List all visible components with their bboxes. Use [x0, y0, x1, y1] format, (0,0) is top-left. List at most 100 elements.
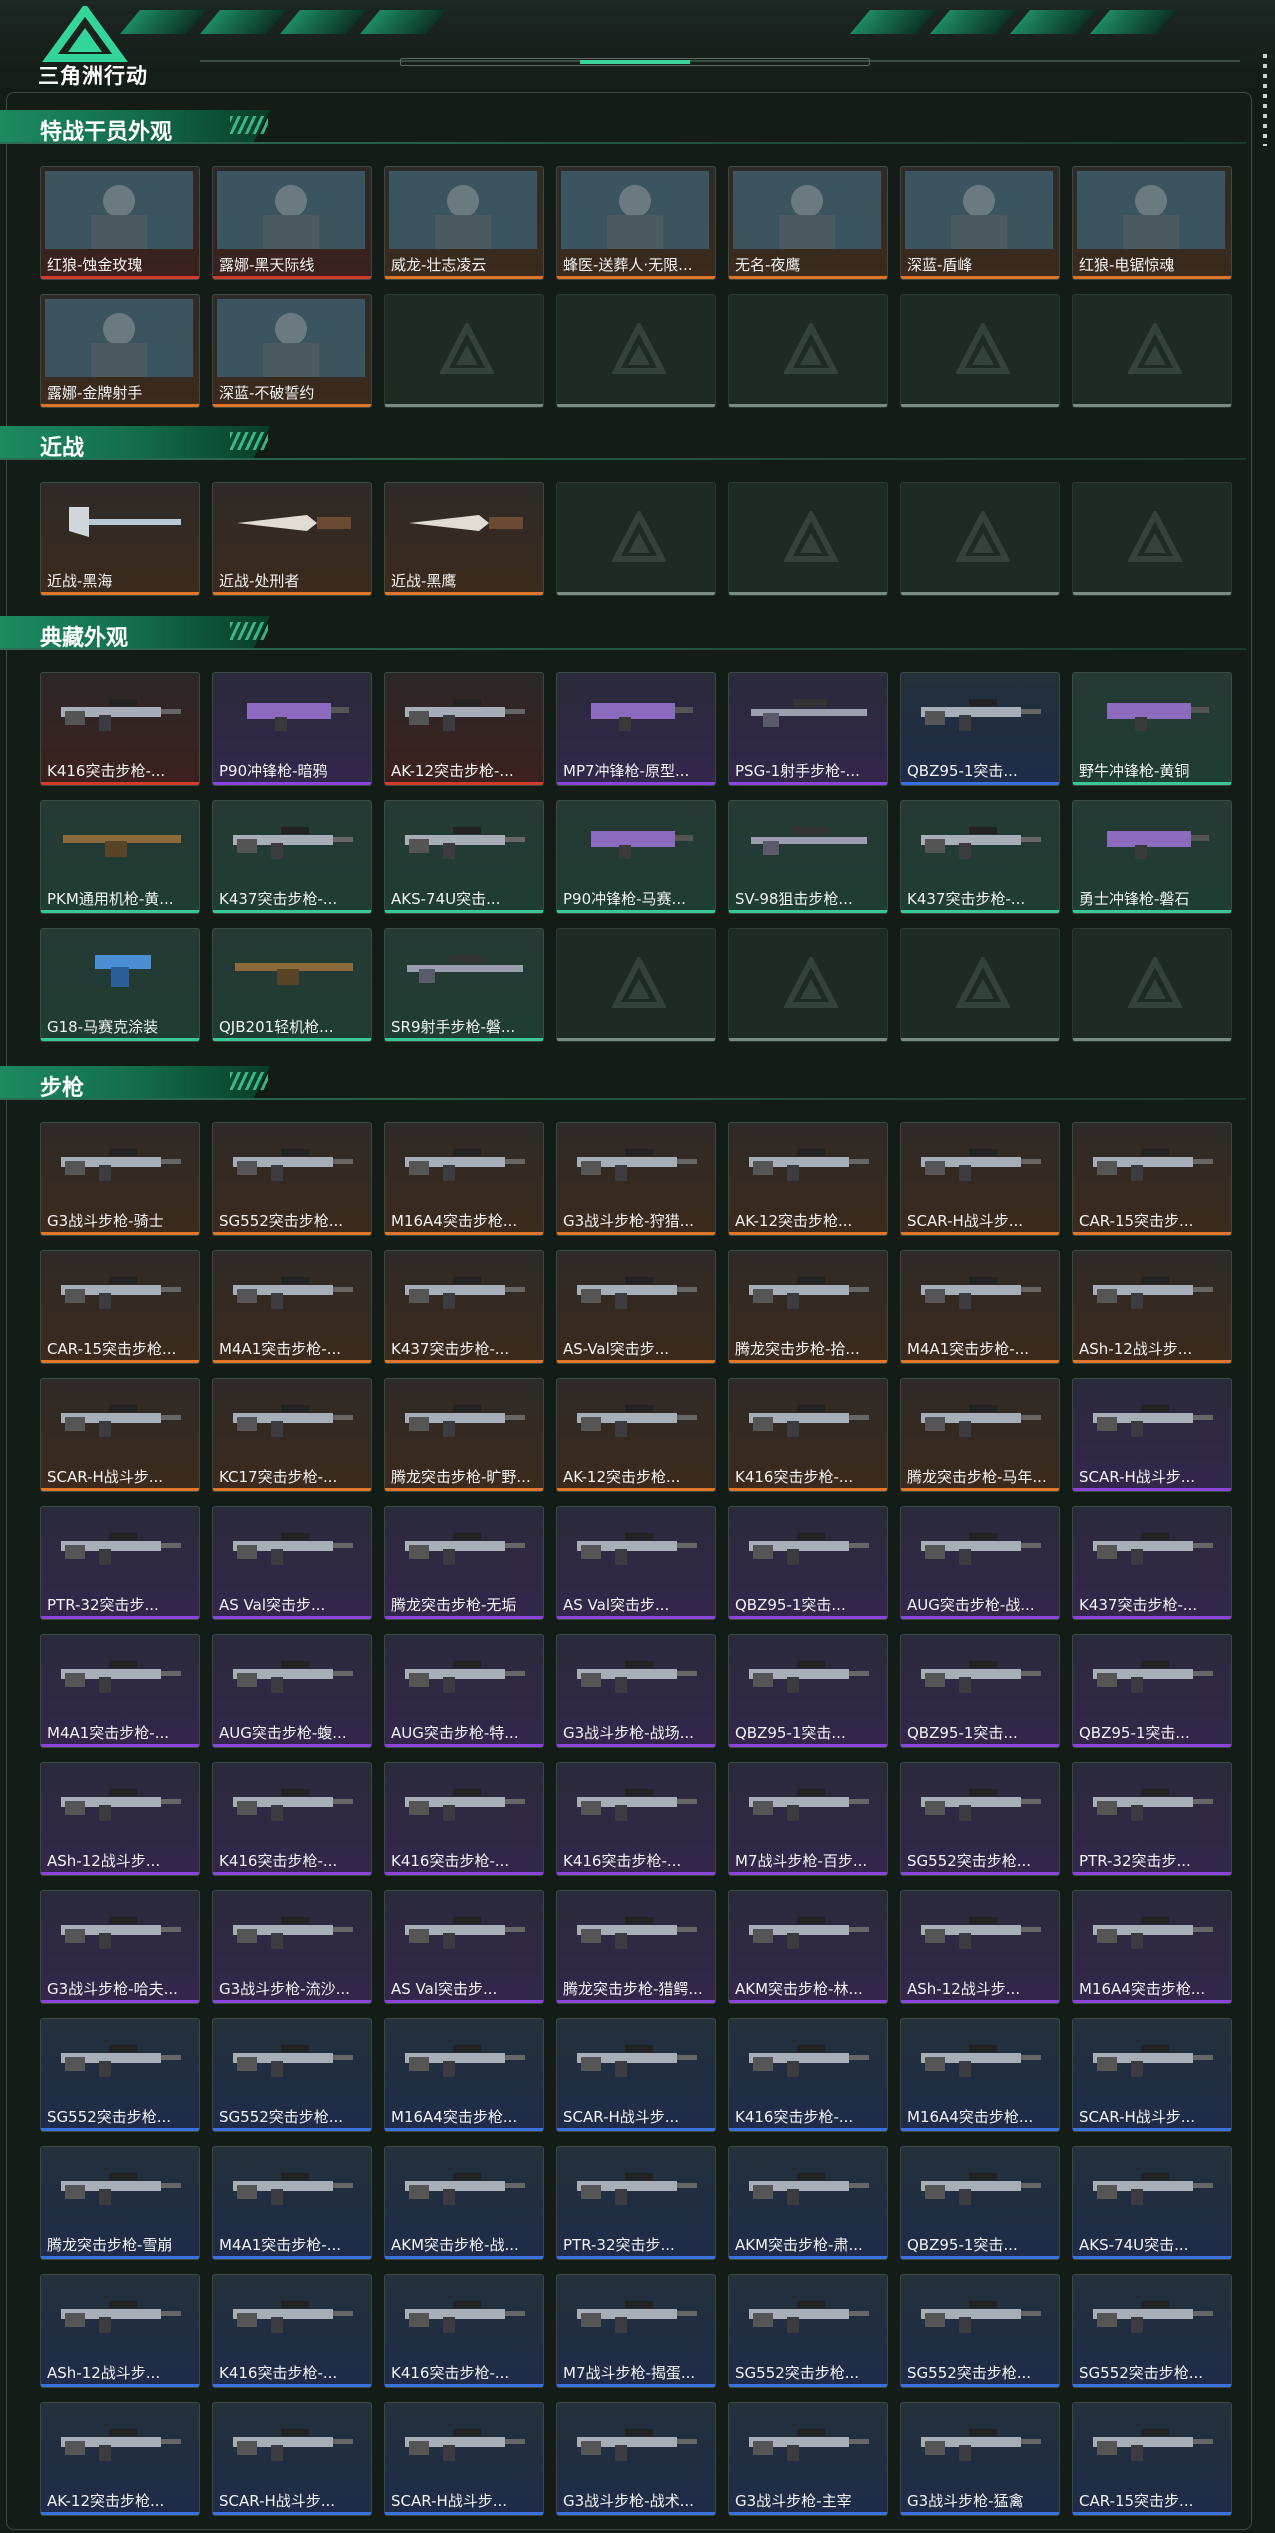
- item-card[interactable]: 腾龙突击步枪-无垢: [384, 1506, 544, 1620]
- item-card[interactable]: G3战斗步枪-猛禽: [900, 2402, 1060, 2516]
- item-card[interactable]: ASh-12战斗步...: [900, 1890, 1060, 2004]
- item-card[interactable]: AS Val突击步...: [556, 1506, 716, 1620]
- item-card[interactable]: G3战斗步枪-战场...: [556, 1634, 716, 1748]
- item-card[interactable]: K416突击步枪-...: [556, 1762, 716, 1876]
- item-card[interactable]: K416突击步枪-...: [728, 2018, 888, 2132]
- item-card[interactable]: 露娜-黑天际线: [212, 166, 372, 280]
- item-card[interactable]: 深蓝-盾峰: [900, 166, 1060, 280]
- item-card[interactable]: K416突击步枪-...: [384, 1762, 544, 1876]
- item-card[interactable]: CAR-15突击步...: [1072, 1122, 1232, 1236]
- item-card[interactable]: AKM突击步枪-林...: [728, 1890, 888, 2004]
- item-card[interactable]: SR9射手步枪-磐...: [384, 928, 544, 1042]
- item-card[interactable]: K437突击步枪-...: [212, 800, 372, 914]
- item-card[interactable]: CAR-15突击步...: [1072, 2402, 1232, 2516]
- item-card[interactable]: ASh-12战斗步...: [1072, 1250, 1232, 1364]
- item-card[interactable]: M7战斗步枪-百步...: [728, 1762, 888, 1876]
- item-card[interactable]: P90冲锋枪-暗鸦: [212, 672, 372, 786]
- item-card[interactable]: 腾龙突击步枪-拾...: [728, 1250, 888, 1364]
- item-card[interactable]: PTR-32突击步...: [1072, 1762, 1232, 1876]
- item-card[interactable]: PTR-32突击步...: [40, 1506, 200, 1620]
- item-card[interactable]: SCAR-H战斗步...: [40, 1378, 200, 1492]
- item-card[interactable]: G3战斗步枪-狩猎...: [556, 1122, 716, 1236]
- item-card[interactable]: 野牛冲锋枪-黄铜: [1072, 672, 1232, 786]
- item-card[interactable]: K416突击步枪-...: [40, 672, 200, 786]
- item-card[interactable]: QBZ95-1突击...: [728, 1506, 888, 1620]
- item-card[interactable]: PKM通用机枪-黄...: [40, 800, 200, 914]
- scrollbar[interactable]: [1263, 54, 1267, 146]
- item-card[interactable]: PTR-32突击步...: [556, 2146, 716, 2260]
- item-card[interactable]: 无名-夜鹰: [728, 166, 888, 280]
- item-card[interactable]: K416突击步枪-...: [212, 1762, 372, 1876]
- item-card[interactable]: QBZ95-1突击...: [900, 2146, 1060, 2260]
- item-card[interactable]: 近战-黑海: [40, 482, 200, 596]
- item-card[interactable]: AS-Val突击步...: [556, 1250, 716, 1364]
- item-card[interactable]: QBZ95-1突击...: [728, 1634, 888, 1748]
- item-card[interactable]: AKM突击步枪-肃...: [728, 2146, 888, 2260]
- item-card[interactable]: M4A1突击步枪-...: [212, 2146, 372, 2260]
- item-card[interactable]: 腾龙突击步枪-雪崩: [40, 2146, 200, 2260]
- item-card[interactable]: M4A1突击步枪-...: [900, 1250, 1060, 1364]
- item-card[interactable]: 腾龙突击步枪-旷野...: [384, 1378, 544, 1492]
- item-card[interactable]: SCAR-H战斗步...: [900, 1122, 1060, 1236]
- item-card[interactable]: 红狼-电锯惊魂: [1072, 166, 1232, 280]
- item-card[interactable]: SG552突击步枪...: [900, 2274, 1060, 2388]
- item-card[interactable]: SG552突击步枪...: [1072, 2274, 1232, 2388]
- item-card[interactable]: G3战斗步枪-哈夫...: [40, 1890, 200, 2004]
- item-card[interactable]: M16A4突击步枪...: [1072, 1890, 1232, 2004]
- item-card[interactable]: 近战-黑鹰: [384, 482, 544, 596]
- item-card[interactable]: QBZ95-1突击...: [900, 1634, 1060, 1748]
- item-card[interactable]: SCAR-H战斗步...: [1072, 1378, 1232, 1492]
- item-card[interactable]: QBZ95-1突击...: [900, 672, 1060, 786]
- item-card[interactable]: AKS-74U突击...: [384, 800, 544, 914]
- item-card[interactable]: KC17突击步枪-...: [212, 1378, 372, 1492]
- item-card[interactable]: AK-12突击步枪-...: [384, 672, 544, 786]
- item-card[interactable]: ASh-12战斗步...: [40, 2274, 200, 2388]
- item-card[interactable]: AUG突击步枪-蝮...: [212, 1634, 372, 1748]
- item-card[interactable]: 威龙-壮志凌云: [384, 166, 544, 280]
- item-card[interactable]: K416突击步枪-...: [728, 1378, 888, 1492]
- item-card[interactable]: AK-12突击步枪...: [40, 2402, 200, 2516]
- item-card[interactable]: 深蓝-不破誓约: [212, 294, 372, 408]
- item-card[interactable]: SG552突击步枪...: [212, 1122, 372, 1236]
- item-card[interactable]: QBZ95-1突击...: [1072, 1634, 1232, 1748]
- item-card[interactable]: MP7冲锋枪-原型...: [556, 672, 716, 786]
- item-card[interactable]: 勇士冲锋枪-磐石: [1072, 800, 1232, 914]
- item-card[interactable]: K437突击步枪-...: [900, 800, 1060, 914]
- item-card[interactable]: AUG突击步枪-战...: [900, 1506, 1060, 1620]
- item-card[interactable]: 红狼-蚀金玫瑰: [40, 166, 200, 280]
- item-card[interactable]: PSG-1射手步枪-...: [728, 672, 888, 786]
- item-card[interactable]: SG552突击步枪...: [40, 2018, 200, 2132]
- item-card[interactable]: CAR-15突击步枪...: [40, 1250, 200, 1364]
- item-card[interactable]: SCAR-H战斗步...: [384, 2402, 544, 2516]
- item-card[interactable]: AS Val突击步...: [212, 1506, 372, 1620]
- item-card[interactable]: P90冲锋枪-马赛...: [556, 800, 716, 914]
- item-card[interactable]: K416突击步枪-...: [212, 2274, 372, 2388]
- item-card[interactable]: SG552突击步枪...: [728, 2274, 888, 2388]
- item-card[interactable]: SCAR-H战斗步...: [1072, 2018, 1232, 2132]
- item-card[interactable]: 露娜-金牌射手: [40, 294, 200, 408]
- item-card[interactable]: AK-12突击步枪...: [556, 1378, 716, 1492]
- item-card[interactable]: SG552突击步枪...: [900, 1762, 1060, 1876]
- item-card[interactable]: 近战-处刑者: [212, 482, 372, 596]
- item-card[interactable]: G3战斗步枪-流沙...: [212, 1890, 372, 2004]
- item-card[interactable]: K437突击步枪-...: [1072, 1506, 1232, 1620]
- item-card[interactable]: M16A4突击步枪...: [384, 2018, 544, 2132]
- item-card[interactable]: 蜂医-送葬人·无限...: [556, 166, 716, 280]
- item-card[interactable]: AK-12突击步枪...: [728, 1122, 888, 1236]
- item-card[interactable]: SV-98狙击步枪...: [728, 800, 888, 914]
- item-card[interactable]: SCAR-H战斗步...: [212, 2402, 372, 2516]
- item-card[interactable]: G3战斗步枪-主宰: [728, 2402, 888, 2516]
- item-card[interactable]: K437突击步枪-...: [384, 1250, 544, 1364]
- item-card[interactable]: G18-马赛克涂装: [40, 928, 200, 1042]
- item-card[interactable]: M16A4突击步枪...: [900, 2018, 1060, 2132]
- item-card[interactable]: AS Val突击步...: [384, 1890, 544, 2004]
- item-card[interactable]: AUG突击步枪-特...: [384, 1634, 544, 1748]
- item-card[interactable]: ASh-12战斗步...: [40, 1762, 200, 1876]
- item-card[interactable]: M7战斗步枪-揭蛋...: [556, 2274, 716, 2388]
- item-card[interactable]: G3战斗步枪-骑士: [40, 1122, 200, 1236]
- item-card[interactable]: AKM突击步枪-战...: [384, 2146, 544, 2260]
- item-card[interactable]: K416突击步枪-...: [384, 2274, 544, 2388]
- item-card[interactable]: QJB201轻机枪...: [212, 928, 372, 1042]
- item-card[interactable]: 腾龙突击步枪-马年...: [900, 1378, 1060, 1492]
- item-card[interactable]: SCAR-H战斗步...: [556, 2018, 716, 2132]
